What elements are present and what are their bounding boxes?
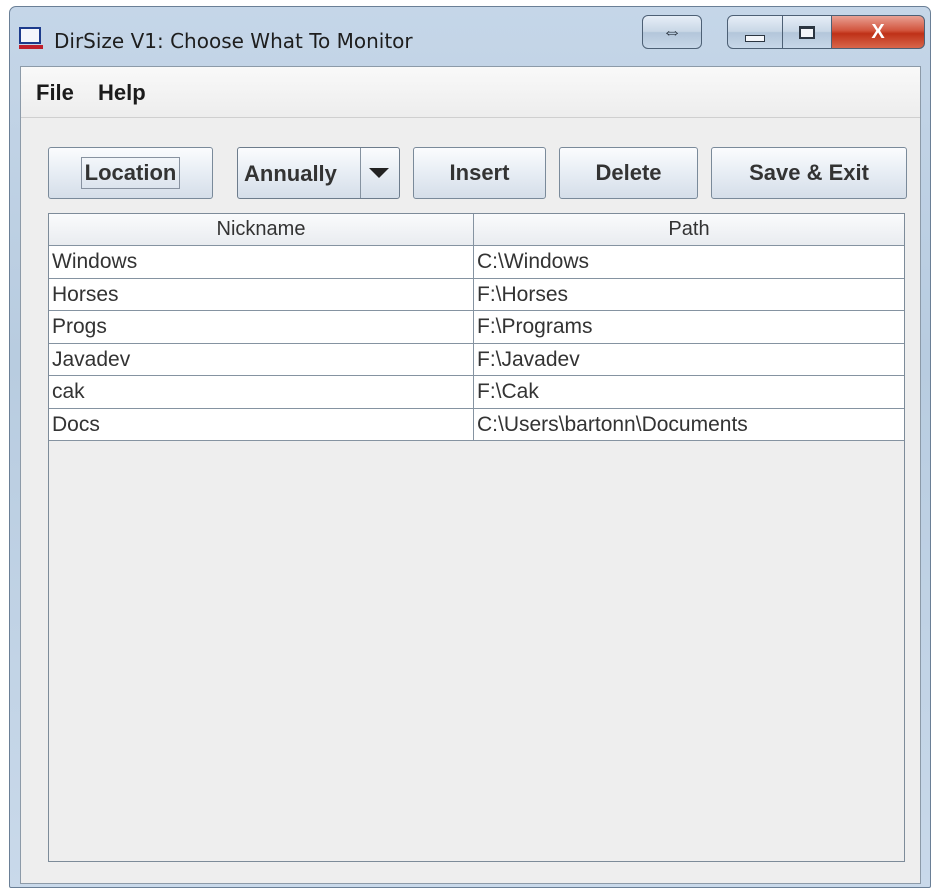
cell-path[interactable]: C:\Windows [474, 246, 904, 278]
cell-path[interactable]: F:\Javadev [474, 344, 904, 376]
dropdown-divider [360, 148, 361, 198]
frequency-value: Annually [244, 161, 337, 186]
maximize-icon [799, 25, 815, 39]
save-exit-button[interactable]: Save & Exit [711, 147, 907, 199]
cell-nickname[interactable]: cak [49, 376, 474, 408]
table-row[interactable]: Javadev F:\Javadev [49, 343, 904, 376]
directory-table: Nickname Path Windows C:\Windows Horses … [48, 213, 905, 862]
cell-nickname[interactable]: Windows [49, 246, 474, 278]
chevron-down-icon[interactable] [369, 168, 389, 178]
minimize-button[interactable] [727, 15, 783, 49]
menu-bar: File Help [21, 67, 920, 118]
menu-file[interactable]: File [36, 80, 74, 106]
cell-nickname[interactable]: Progs [49, 311, 474, 343]
table-body: Windows C:\Windows Horses F:\Horses Prog… [49, 246, 904, 441]
insert-button[interactable]: Insert [413, 147, 546, 199]
frequency-dropdown[interactable]: Annually [237, 147, 400, 199]
cell-path[interactable]: F:\Horses [474, 279, 904, 311]
client-area: File Help Location Annually Insert Delet… [20, 66, 921, 884]
cell-nickname[interactable]: Docs [49, 408, 474, 440]
cell-path[interactable]: F:\Programs [474, 311, 904, 343]
menu-help[interactable]: Help [98, 80, 146, 106]
window-title: DirSize V1: Choose What To Monitor [54, 29, 413, 53]
title-bar[interactable]: DirSize V1: Choose What To Monitor ⇔ X [10, 7, 930, 73]
location-button[interactable]: Location [48, 147, 213, 199]
double-arrow-icon: ⇔ [662, 20, 682, 43]
cell-nickname[interactable]: Horses [49, 278, 474, 310]
app-window: DirSize V1: Choose What To Monitor ⇔ X F… [9, 6, 931, 888]
column-header-path[interactable]: Path [474, 214, 904, 245]
maximize-button[interactable] [782, 15, 832, 49]
cell-path[interactable]: C:\Users\bartonn\Documents [474, 409, 904, 441]
swap-size-button[interactable]: ⇔ [642, 15, 702, 49]
table-row[interactable]: Docs C:\Users\bartonn\Documents [49, 408, 904, 441]
cell-path[interactable]: F:\Cak [474, 376, 904, 408]
location-button-label: Location [80, 157, 181, 189]
table-row[interactable]: Windows C:\Windows [49, 246, 904, 279]
table-header: Nickname Path [49, 214, 904, 246]
close-icon: X [871, 20, 885, 43]
cell-nickname[interactable]: Javadev [49, 343, 474, 375]
close-button[interactable]: X [831, 15, 925, 49]
main-panel: Location Annually Insert Delete Save & E… [21, 118, 920, 883]
table-row[interactable]: Progs F:\Programs [49, 311, 904, 344]
table-row[interactable]: cak F:\Cak [49, 376, 904, 409]
column-header-nickname[interactable]: Nickname [49, 214, 474, 245]
delete-button[interactable]: Delete [559, 147, 698, 199]
table-row[interactable]: Horses F:\Horses [49, 278, 904, 311]
minimize-icon [745, 34, 765, 42]
monitor-icon [19, 27, 43, 49]
